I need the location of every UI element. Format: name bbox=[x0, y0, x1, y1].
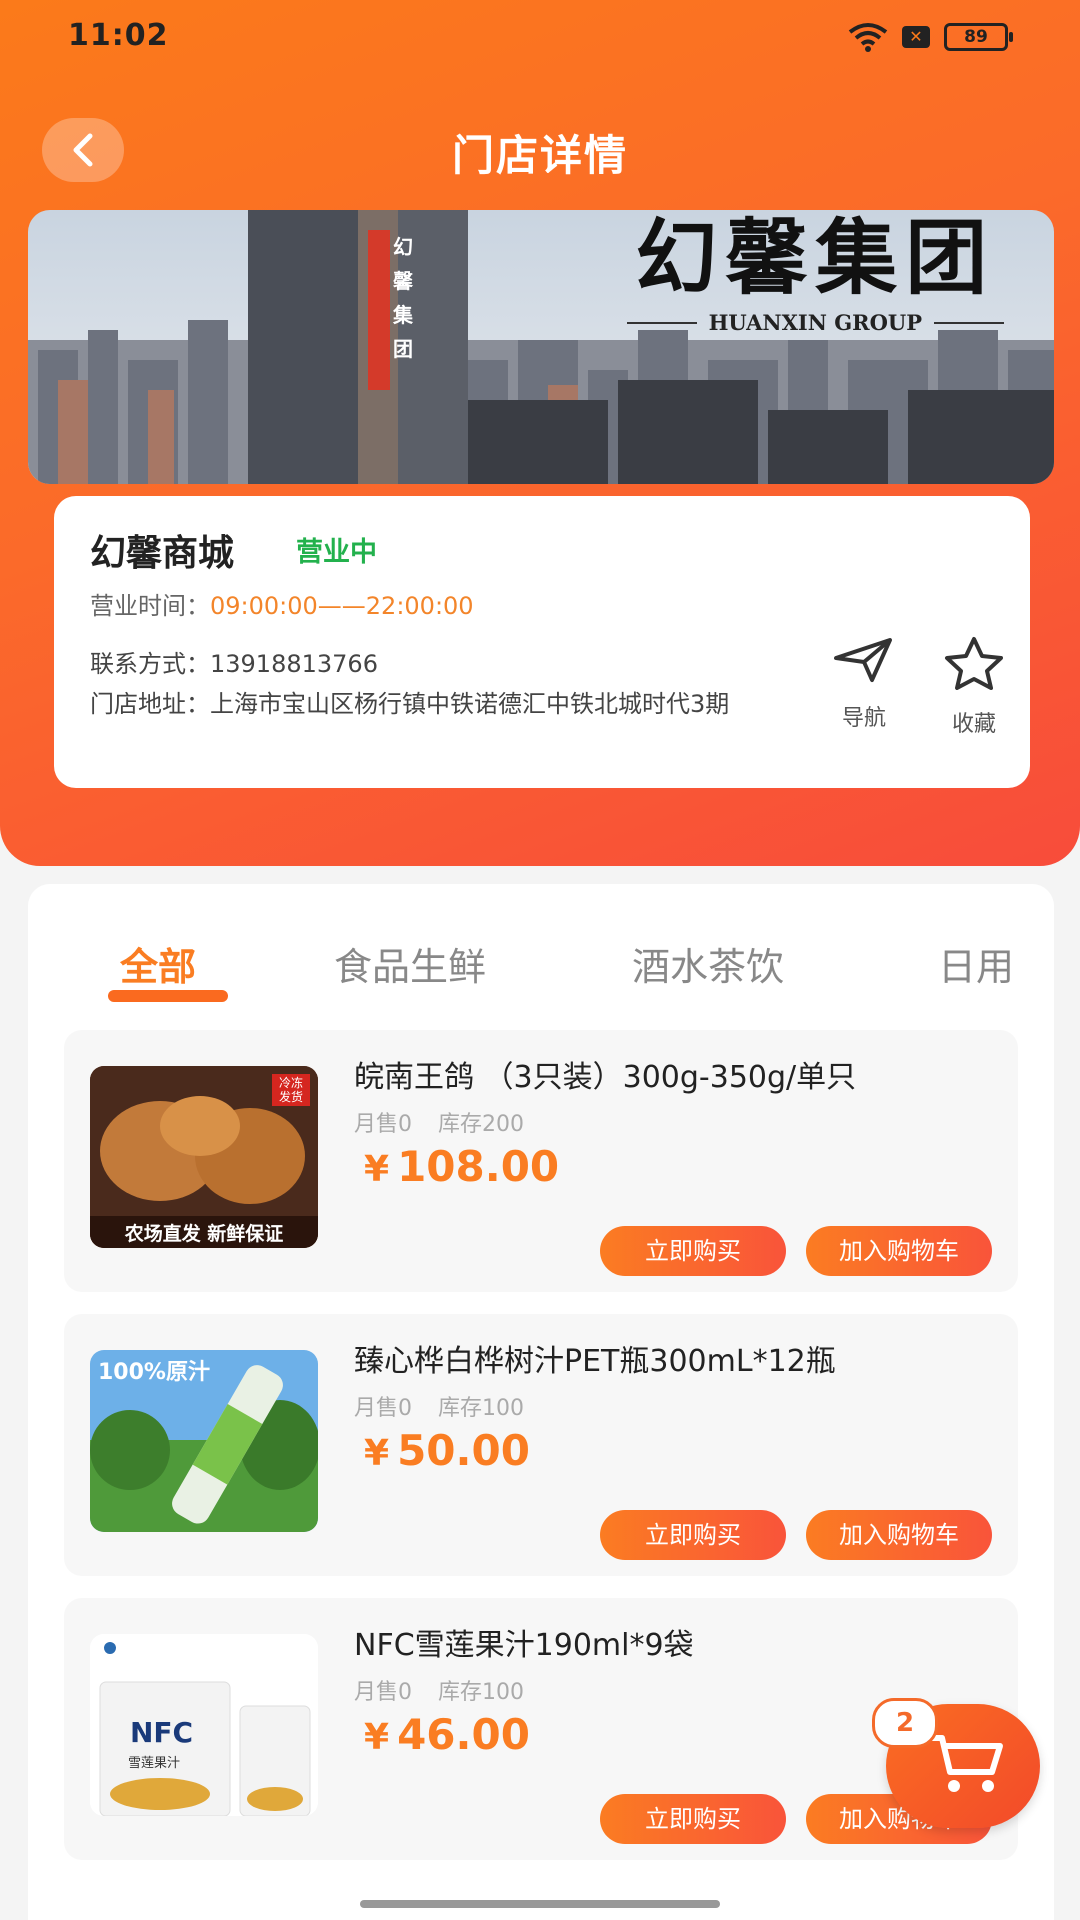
product-image-caption: NFC bbox=[130, 1716, 194, 1749]
shopping-cart-icon bbox=[927, 1735, 1003, 1792]
wifi-icon bbox=[848, 23, 888, 52]
tab-daily[interactable]: 日用 bbox=[938, 936, 1014, 991]
price-value: 46.00 bbox=[397, 1710, 530, 1759]
tower-sign-text: 幻馨集团 bbox=[393, 235, 413, 361]
navigate-label: 导航 bbox=[841, 706, 886, 731]
buy-now-button[interactable]: 立即购买 bbox=[600, 1226, 786, 1276]
monthly-sales: 月售0 bbox=[354, 1396, 412, 1421]
product-stats: 月售0 库存200 bbox=[354, 1106, 524, 1138]
stock-count: 库存200 bbox=[438, 1112, 524, 1137]
navigation-icon bbox=[834, 638, 892, 682]
snow-lotus-juice-image bbox=[90, 1634, 318, 1816]
monthly-sales: 月售0 bbox=[354, 1112, 412, 1137]
status-time: 11:02 bbox=[68, 18, 169, 53]
store-address: 门店地址：上海市宝山区杨行镇中铁诺德汇中铁北城时代3期 bbox=[90, 684, 760, 724]
monthly-sales: 月售0 bbox=[354, 1680, 412, 1705]
tab-drinks[interactable]: 酒水茶饮 bbox=[632, 936, 784, 991]
product-image: 100%原汁 bbox=[90, 1350, 318, 1532]
product-name: 皖南王鸽 （3只装）300g-350g/单只 bbox=[354, 1060, 857, 1095]
contact-phone[interactable]: 13918813766 bbox=[210, 650, 378, 678]
favorite-label: 收藏 bbox=[951, 712, 996, 737]
hours-value: 09:00:00——22:00:00 bbox=[210, 592, 474, 620]
currency-symbol: ¥ bbox=[364, 1433, 390, 1474]
product-price: ¥46.00 bbox=[364, 1710, 530, 1759]
store-info-card: 幻馨商城 营业中 营业时间：09:00:00——22:00:00 联系方式：13… bbox=[54, 496, 1030, 788]
product-image-caption: 农场直发 新鲜保证 bbox=[124, 1223, 284, 1245]
banner-brand-en: HUANXIN GROUP bbox=[627, 310, 1004, 335]
store-status-badge: 营业中 bbox=[296, 537, 377, 568]
product-price: ¥108.00 bbox=[364, 1142, 559, 1191]
product-item[interactable]: 100%原汁 臻心桦白桦树汁PET瓶300mL*12瓶 月售0 库存100 ¥50… bbox=[64, 1314, 1018, 1576]
product-image-subcaption: 雪莲果汁 bbox=[128, 1756, 181, 1771]
price-value: 108.00 bbox=[397, 1142, 560, 1191]
tab-food-fresh[interactable]: 食品生鲜 bbox=[334, 936, 486, 991]
product-image-caption: 100%原汁 bbox=[98, 1360, 210, 1385]
product-name: NFC雪莲果汁190ml*9袋 bbox=[354, 1628, 694, 1663]
price-value: 50.00 bbox=[397, 1426, 530, 1475]
hours-label: 营业时间： bbox=[90, 592, 210, 620]
star-icon bbox=[945, 637, 1003, 690]
business-hours: 营业时间：09:00:00——22:00:00 bbox=[90, 586, 474, 621]
cart-count-badge: 2 bbox=[872, 1698, 938, 1748]
status-bar: 11:02 ✕ 89 bbox=[0, 0, 1080, 76]
buy-now-button[interactable]: 立即购买 bbox=[600, 1794, 786, 1844]
favorite-button[interactable]: 收藏 bbox=[934, 636, 1014, 738]
product-item[interactable]: 冷冻发货 农场直发 新鲜保证 皖南王鸽 （3只装）300g-350g/单只 月售… bbox=[64, 1030, 1018, 1292]
product-image: NFC 雪莲果汁 bbox=[90, 1634, 318, 1816]
product-stats: 月售0 库存100 bbox=[354, 1674, 524, 1706]
add-to-cart-button[interactable]: 加入购物车 bbox=[806, 1226, 992, 1276]
contact-info: 联系方式：13918813766 bbox=[90, 644, 378, 679]
product-image: 冷冻发货 农场直发 新鲜保证 bbox=[90, 1066, 318, 1248]
contact-label: 联系方式： bbox=[90, 650, 210, 678]
sim-icon: ✕ bbox=[902, 26, 930, 48]
product-price: ¥50.00 bbox=[364, 1426, 530, 1475]
product-name: 臻心桦白桦树汁PET瓶300mL*12瓶 bbox=[354, 1344, 836, 1379]
stock-count: 库存100 bbox=[438, 1396, 524, 1421]
store-name: 幻馨商城 bbox=[90, 533, 235, 574]
currency-symbol: ¥ bbox=[364, 1149, 390, 1190]
address-label: 门店地址： bbox=[90, 690, 210, 718]
home-indicator[interactable] bbox=[360, 1900, 720, 1908]
status-icons: ✕ 89 bbox=[848, 22, 1013, 52]
currency-symbol: ¥ bbox=[364, 1717, 390, 1758]
store-banner: 幻馨集团 幻馨集团 HUANXIN GROUP bbox=[28, 210, 1054, 484]
tab-all[interactable]: 全部 bbox=[120, 936, 196, 991]
navigate-button[interactable]: 导航 bbox=[824, 636, 904, 732]
banner-brand-cn: 幻馨集团 bbox=[635, 210, 996, 306]
page-title: 门店详情 bbox=[451, 131, 628, 180]
banner-brand: 幻馨集团 HUANXIN GROUP bbox=[627, 210, 1004, 335]
battery-indicator: 89 bbox=[944, 23, 1013, 51]
stock-count: 库存100 bbox=[438, 1680, 524, 1705]
product-stats: 月售0 库存100 bbox=[354, 1390, 524, 1422]
category-tabs: 全部 食品生鲜 酒水茶饮 日用 bbox=[28, 884, 1054, 1014]
tab-active-indicator bbox=[108, 990, 228, 1002]
product-image-tag: 冷冻发货 bbox=[272, 1074, 310, 1106]
address-value: 上海市宝山区杨行镇中铁诺德汇中铁北城时代3期 bbox=[210, 690, 730, 718]
buy-now-button[interactable]: 立即购买 bbox=[600, 1510, 786, 1560]
cart-floating-button[interactable]: 2 bbox=[872, 1698, 1040, 1828]
add-to-cart-button[interactable]: 加入购物车 bbox=[806, 1510, 992, 1560]
